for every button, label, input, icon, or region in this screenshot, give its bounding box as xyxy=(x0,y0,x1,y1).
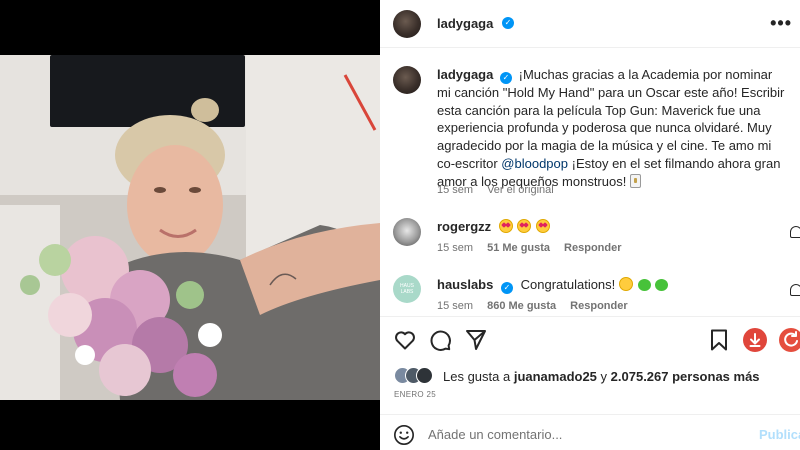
share-icon xyxy=(466,330,486,350)
partying-face-emoji-icon xyxy=(618,277,633,291)
caption-author-avatar[interactable] xyxy=(393,66,421,94)
comment-time[interactable]: 15 sem xyxy=(437,242,473,254)
reply-button[interactable]: Responder xyxy=(570,300,627,312)
refresh-extension-button[interactable] xyxy=(779,328,800,352)
post-image[interactable] xyxy=(0,55,380,400)
emoji-smile-icon[interactable] xyxy=(393,424,415,446)
comment-time[interactable]: 15 sem xyxy=(437,300,473,312)
likes-conjunction: y xyxy=(596,369,611,384)
caption-username[interactable]: ladygaga xyxy=(437,67,493,82)
star-struck-emoji-icon xyxy=(536,219,551,233)
instagram-post-modal: ladygaga ✓ ••• ladygaga ✓ ¡Muchas gracia… xyxy=(0,0,800,450)
comment-text: rogergzz xyxy=(437,219,551,234)
star-struck-emoji-icon xyxy=(517,219,532,233)
verified-badge-icon: ✓ xyxy=(500,282,513,294)
author-avatar[interactable] xyxy=(393,10,421,38)
likes-prefix: Les gusta a xyxy=(443,369,514,384)
comment-like-heart-icon[interactable] xyxy=(790,226,800,238)
green-heart-emoji-icon xyxy=(655,279,669,291)
verified-badge-icon: ✓ xyxy=(502,17,514,29)
likes-count[interactable]: 2.075.267 personas más xyxy=(611,369,760,384)
reply-button[interactable]: Responder xyxy=(564,242,621,254)
comment-avatar[interactable] xyxy=(393,218,421,246)
refresh-icon xyxy=(784,331,798,347)
clapperboard-emoji-icon xyxy=(629,173,641,188)
liker-username[interactable]: juanamado25 xyxy=(514,369,597,384)
comment-bar: Publicar xyxy=(380,414,800,450)
divider xyxy=(380,316,800,317)
mention-link[interactable]: @bloodpop xyxy=(501,156,568,171)
publish-button[interactable]: Publicar xyxy=(759,427,800,442)
comment-meta: 15 sem 860 Me gusta Responder xyxy=(437,300,628,312)
heart-icon xyxy=(395,331,415,350)
comment-meta: 15 sem 51 Me gusta Responder xyxy=(437,242,622,254)
post-caption: ladygaga ✓ ¡Muchas gracias a la Academia… xyxy=(437,66,789,190)
bookmark-icon xyxy=(711,329,727,351)
download-button[interactable] xyxy=(743,328,767,352)
post-header: ladygaga ✓ ••• xyxy=(380,0,800,48)
green-heart-emoji-icon xyxy=(637,279,651,291)
comment-icon xyxy=(430,330,451,351)
verified-badge-icon: ✓ xyxy=(499,72,512,84)
comment-username[interactable]: hauslabs xyxy=(437,277,493,292)
post-date[interactable]: ENERO 25 xyxy=(394,390,436,399)
comment-avatar[interactable]: HAUS LABS xyxy=(393,275,421,303)
save-button[interactable] xyxy=(707,328,731,352)
comment-body: Congratulations! xyxy=(520,277,616,292)
download-icon xyxy=(749,333,761,347)
comment-input[interactable] xyxy=(428,425,728,443)
hauslabs-logo-text: HAUS LABS xyxy=(400,283,414,295)
liker-avatar[interactable] xyxy=(416,367,433,384)
like-button[interactable] xyxy=(393,328,417,352)
comment-username[interactable]: rogergzz xyxy=(437,219,491,234)
author-username[interactable]: ladygaga xyxy=(437,16,493,31)
comment-text: hauslabs ✓ Congratulations! xyxy=(437,277,669,294)
more-options-button[interactable]: ••• xyxy=(770,14,792,32)
star-struck-emoji-icon xyxy=(498,219,513,233)
comment-likes[interactable]: 860 Me gusta xyxy=(487,300,556,312)
caption-meta: 15 sem Ver el original xyxy=(437,184,554,196)
see-original-link[interactable]: Ver el original xyxy=(487,184,554,196)
likes-text: Les gusta a juanamado25 y 2.075.267 pers… xyxy=(443,369,760,384)
comment-button[interactable] xyxy=(428,328,452,352)
comment-likes[interactable]: 51 Me gusta xyxy=(487,242,550,254)
post-details-panel: ladygaga ✓ ••• ladygaga ✓ ¡Muchas gracia… xyxy=(380,0,800,450)
comment-like-heart-icon[interactable] xyxy=(790,284,800,296)
caption-time[interactable]: 15 sem xyxy=(437,184,473,196)
post-photo-illustration xyxy=(0,55,380,400)
share-button[interactable] xyxy=(464,328,488,352)
